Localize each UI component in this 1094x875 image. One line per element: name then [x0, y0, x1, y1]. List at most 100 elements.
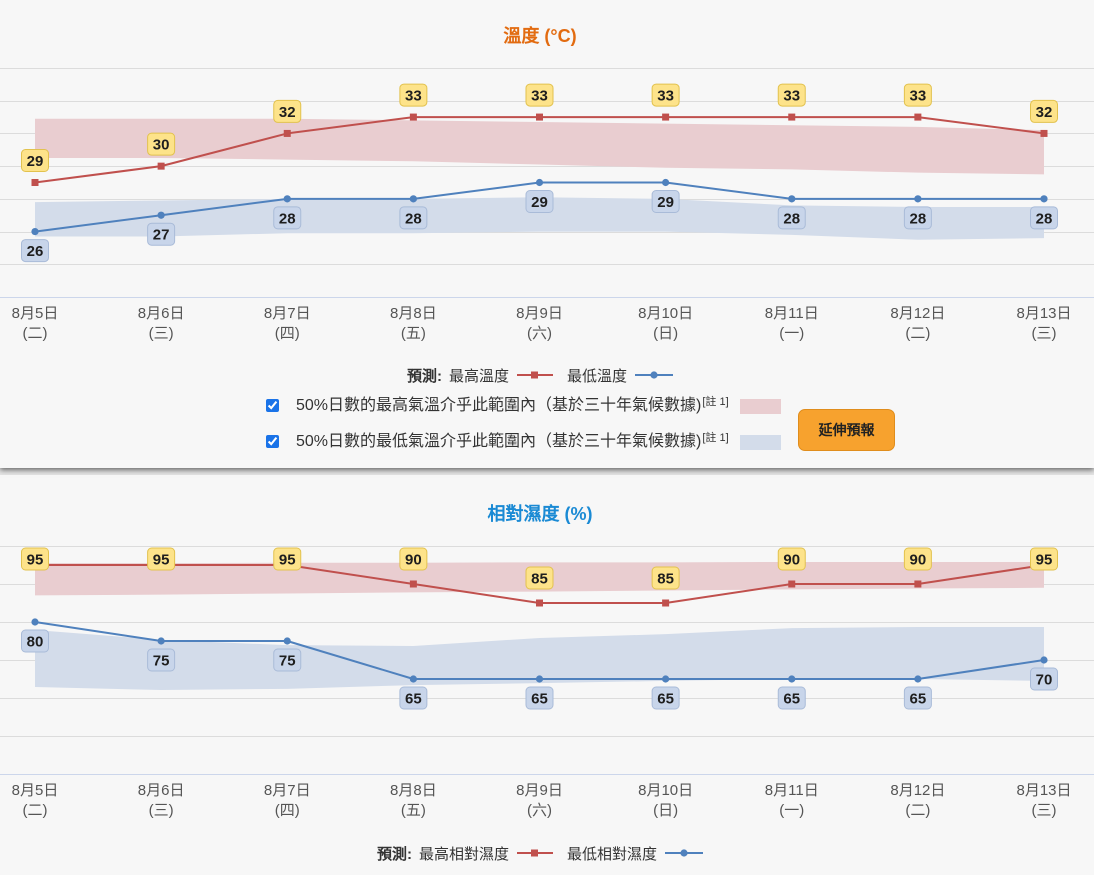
min-rh-data-label: 65	[399, 686, 428, 710]
x-tick-label-date: 8月5日	[12, 305, 59, 322]
max-temp-point[interactable]	[914, 113, 922, 121]
min-temp-range-checkbox[interactable]	[266, 435, 279, 448]
min-rh-point[interactable]	[788, 675, 796, 683]
min-temp-point[interactable]	[283, 195, 291, 203]
min-temp-data-label: 28	[1030, 206, 1058, 230]
data-label-value: 75	[153, 653, 170, 670]
min-temp-point[interactable]	[1040, 195, 1048, 203]
min-temp-range-toggle: 50%日數的最低氣溫介乎此範圍內（基於三十年氣候數據)[註 1]	[266, 432, 786, 452]
min-temp-point[interactable]	[157, 211, 165, 219]
max-temp-point[interactable]	[1040, 129, 1048, 137]
legend-symbol-circle-icon	[665, 849, 704, 857]
data-label-value: 32	[279, 104, 296, 121]
x-tick-label-weekday: (三)	[149, 802, 174, 819]
legend-symbol-circle-icon	[635, 371, 674, 379]
legend-item-max-rh[interactable]: 最高相對濕度	[419, 843, 553, 864]
extended-forecast-button[interactable]: 延伸預報	[798, 409, 895, 451]
min-temp-point[interactable]	[535, 178, 544, 187]
data-label-value: 85	[657, 571, 674, 588]
data-label-value: 28	[1036, 210, 1053, 227]
humidity-chart-title: 相對濕度 (%)	[487, 504, 593, 524]
note-reference: [註 1]	[702, 432, 729, 444]
max-temp-point[interactable]	[31, 179, 39, 186]
min-rh-point[interactable]	[914, 675, 922, 683]
min-temp-data-label: 26	[21, 239, 49, 263]
max-temp-range-label: 50%日數的最高氣溫介乎此範圍內（基於三十年氣候數據)[註 1]	[296, 396, 729, 416]
x-tick-label-date: 8月10日	[638, 305, 693, 322]
max-rh-point[interactable]	[662, 599, 670, 607]
data-label-value: 27	[153, 227, 170, 244]
min-rh-point[interactable]	[662, 675, 670, 683]
max-rh-point[interactable]	[914, 580, 922, 588]
x-tick-label-weekday: (二)	[23, 325, 48, 342]
max-temp-range-checkbox[interactable]	[266, 399, 279, 412]
temperature-panel: 29 30 32 33 33 33 33 33 32 26 27 28 28 29 29 28 28 28 8月5日…	[0, 0, 1094, 468]
min-rh-point[interactable]	[31, 618, 39, 626]
max-temp-data-label: 29	[21, 149, 49, 172]
x-tick-label-weekday: (四)	[275, 325, 300, 342]
x-tick-label-date: 8月12日	[890, 305, 945, 322]
legend-label-min-temp: 最低溫度	[567, 367, 628, 385]
x-tick-label-weekday: (五)	[401, 802, 426, 819]
legend-item-min-temp[interactable]: 最低溫度	[567, 365, 674, 386]
x-tick-label-date: 8月6日	[138, 305, 185, 322]
min-rh-data-label: 65	[903, 686, 932, 710]
max-temp-data-label: 32	[273, 99, 302, 123]
min-rh-point[interactable]	[535, 675, 544, 683]
x-tick-label-weekday: (二)	[23, 802, 48, 819]
max-rh-point[interactable]	[409, 580, 417, 588]
x-tick-label-weekday: (六)	[527, 325, 552, 342]
max-temp-data-label: 33	[903, 83, 932, 107]
min-rh-point[interactable]	[157, 637, 165, 645]
min-temp-range-text: 50%日數的最低氣溫介乎此範圍內（基於三十年氣候數據)	[296, 433, 702, 450]
max-temp-point[interactable]	[662, 113, 670, 121]
data-label-value: 65	[405, 691, 422, 708]
max-temp-point[interactable]	[283, 129, 291, 137]
x-tick-label-weekday: (三)	[149, 325, 174, 342]
data-label-value: 29	[27, 153, 44, 170]
max-rh-point[interactable]	[788, 580, 796, 588]
data-label-value: 33	[405, 88, 422, 105]
max-rh-data-label: 90	[399, 547, 428, 571]
min-temp-point[interactable]	[409, 195, 417, 203]
min-temp-data-label: 29	[651, 190, 680, 213]
min-rh-data-label: 80	[21, 629, 49, 653]
max-rh-data-label: 90	[903, 547, 932, 571]
min-temp-point[interactable]	[31, 227, 39, 236]
min-rh-data-label: 65	[777, 686, 806, 710]
max-temp-range-toggle: 50%日數的最高氣溫介乎此範圍內（基於三十年氣候數據)[註 1]	[266, 396, 786, 416]
max-temp-data-label: 32	[1030, 99, 1058, 123]
max-temp-point[interactable]	[157, 162, 165, 170]
min-temp-data-label: 29	[525, 190, 554, 213]
max-rh-data-label: 95	[147, 547, 176, 571]
min-temp-point[interactable]	[914, 195, 922, 203]
data-label-value: 29	[657, 194, 674, 211]
legend-symbol-square-icon	[517, 371, 553, 379]
x-tick-label-weekday: (四)	[275, 802, 300, 819]
x-tick-label-weekday: (三)	[1032, 802, 1057, 819]
data-label-value: 85	[531, 571, 548, 588]
min-temp-range-label: 50%日數的最低氣溫介乎此範圍內（基於三十年氣候數據)[註 1]	[296, 432, 729, 452]
x-tick-label-weekday: (一)	[779, 325, 804, 342]
legend-item-min-rh[interactable]: 最低相對濕度	[567, 843, 704, 864]
min-temp-point[interactable]	[662, 178, 670, 187]
min-rh-data-label: 65	[525, 686, 554, 710]
x-tick-label-date: 8月12日	[890, 782, 945, 799]
max-temp-point[interactable]	[788, 113, 796, 121]
max-temp-point[interactable]	[409, 113, 417, 121]
temperature-chart: 29 30 32 33 33 33 33 33 32 26 27 28 28 29 29 28 28 28 8月5日…	[0, 68, 1094, 342]
max-temp-point[interactable]	[536, 113, 543, 121]
x-tick-label-date: 8月13日	[1016, 782, 1071, 799]
min-temp-point[interactable]	[788, 195, 796, 203]
data-label-value: 65	[531, 691, 548, 708]
legend-item-max-temp[interactable]: 最高溫度	[449, 365, 553, 386]
x-tick-label-weekday: (二)	[905, 325, 930, 342]
max-rh-point[interactable]	[536, 599, 543, 607]
temperature-legend: 預測: 最高溫度 最低溫度	[0, 365, 1080, 385]
min-rh-point[interactable]	[409, 675, 417, 683]
max-rh-data-label: 95	[21, 547, 49, 571]
x-tick-label-weekday: (三)	[1032, 325, 1057, 342]
min-rh-point[interactable]	[283, 637, 291, 645]
min-rh-point[interactable]	[1040, 656, 1048, 664]
temperature-chart-title: 溫度 (°C)	[503, 26, 577, 46]
